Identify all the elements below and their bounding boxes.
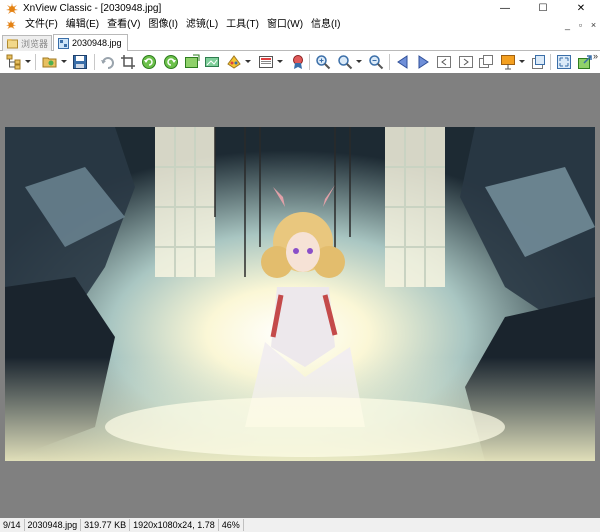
badge-icon[interactable] xyxy=(290,54,306,70)
menu-view[interactable]: 查看(V) xyxy=(103,17,144,33)
window-title: XnView Classic - [2030948.jpg] xyxy=(23,3,162,14)
copy-icon[interactable] xyxy=(478,54,494,70)
image-viewer[interactable] xyxy=(0,73,600,518)
tab-browser[interactable]: 浏览器 xyxy=(2,35,52,51)
menu-window[interactable]: 窗口(W) xyxy=(263,17,307,33)
image-list-dropdown[interactable] xyxy=(277,60,283,63)
title-bar: XnView Classic - [2030948.jpg] — ☐ ✕ xyxy=(0,0,600,17)
status-filename: 2030948.jpg xyxy=(25,519,82,531)
open-dropdown[interactable] xyxy=(61,60,67,63)
anime-artwork-image xyxy=(5,127,595,461)
next-icon[interactable] xyxy=(415,54,431,70)
status-filesize: 319.77 KB xyxy=(81,519,131,531)
palette-dropdown[interactable] xyxy=(245,60,251,63)
separator xyxy=(309,54,310,70)
image-list-icon[interactable] xyxy=(258,54,274,70)
undo-icon[interactable] xyxy=(100,54,116,70)
zoom-in-icon[interactable] xyxy=(315,54,331,70)
zoom-out-icon[interactable] xyxy=(368,54,384,70)
menu-bar: 文件(F) 编辑(E) 查看(V) 图像(I) 滤镜(L) 工具(T) 窗口(W… xyxy=(0,17,600,33)
menu-info[interactable]: 信息(I) xyxy=(307,17,344,33)
mdi-minimize-button[interactable]: _ xyxy=(561,20,574,30)
status-bar: 9/14 2030948.jpg 319.77 KB 1920x1080x24,… xyxy=(0,518,600,532)
separator xyxy=(35,54,36,70)
mdi-restore-button[interactable]: ▫ xyxy=(574,20,587,30)
open-folder-icon[interactable] xyxy=(42,54,58,70)
rotate-left-icon[interactable] xyxy=(141,54,157,70)
xnview-menu-icon[interactable] xyxy=(5,19,17,31)
status-zoom: 46% xyxy=(219,519,244,531)
tab-browser-label: 浏览器 xyxy=(21,39,49,49)
toolbar: » xyxy=(0,51,600,73)
menu-image[interactable]: 图像(I) xyxy=(144,17,181,33)
save-icon[interactable] xyxy=(72,54,88,70)
close-button[interactable]: ✕ xyxy=(562,0,600,17)
separator xyxy=(94,54,95,70)
status-dimensions: 1920x1080x24, 1.78 xyxy=(130,519,219,531)
menu-filter[interactable]: 滤镜(L) xyxy=(182,17,222,33)
adjust-icon[interactable] xyxy=(184,54,200,70)
status-index: 9/14 xyxy=(0,519,25,531)
screen-icon[interactable] xyxy=(204,54,220,70)
slideshow-icon[interactable] xyxy=(500,54,516,70)
export-icon[interactable] xyxy=(577,54,593,70)
crop-icon[interactable] xyxy=(120,54,136,70)
last-icon[interactable] xyxy=(458,54,474,70)
menu-edit[interactable]: 编辑(E) xyxy=(62,17,103,33)
rotate-right-icon[interactable] xyxy=(163,54,179,70)
tab-image-label: 2030948.jpg xyxy=(72,38,122,48)
separator xyxy=(550,54,551,70)
slideshow-dropdown[interactable] xyxy=(519,60,525,63)
separator xyxy=(389,54,390,70)
tab-bar: 浏览器 2030948.jpg xyxy=(0,33,600,51)
maximize-button[interactable]: ☐ xyxy=(524,0,562,17)
first-icon[interactable] xyxy=(436,54,452,70)
palette-icon[interactable] xyxy=(226,54,242,70)
fullscreen-icon[interactable] xyxy=(556,54,572,70)
tab-image[interactable]: 2030948.jpg xyxy=(53,34,128,51)
browser-icon xyxy=(7,39,18,49)
browser-tree-dropdown[interactable] xyxy=(25,60,31,63)
zoom-dropdown[interactable] xyxy=(356,60,362,63)
toolbar-overflow-button[interactable]: » xyxy=(593,51,598,61)
menu-tools[interactable]: 工具(T) xyxy=(222,17,263,33)
browser-tree-icon[interactable] xyxy=(6,54,22,70)
xnview-logo-icon xyxy=(6,2,18,14)
zoom-icon[interactable] xyxy=(337,54,353,70)
minimize-button[interactable]: — xyxy=(486,0,524,17)
image-tab-icon xyxy=(58,37,69,49)
mdi-close-button[interactable]: × xyxy=(587,20,600,30)
page-icon[interactable] xyxy=(530,54,546,70)
previous-icon[interactable] xyxy=(395,54,411,70)
menu-file[interactable]: 文件(F) xyxy=(21,17,62,33)
